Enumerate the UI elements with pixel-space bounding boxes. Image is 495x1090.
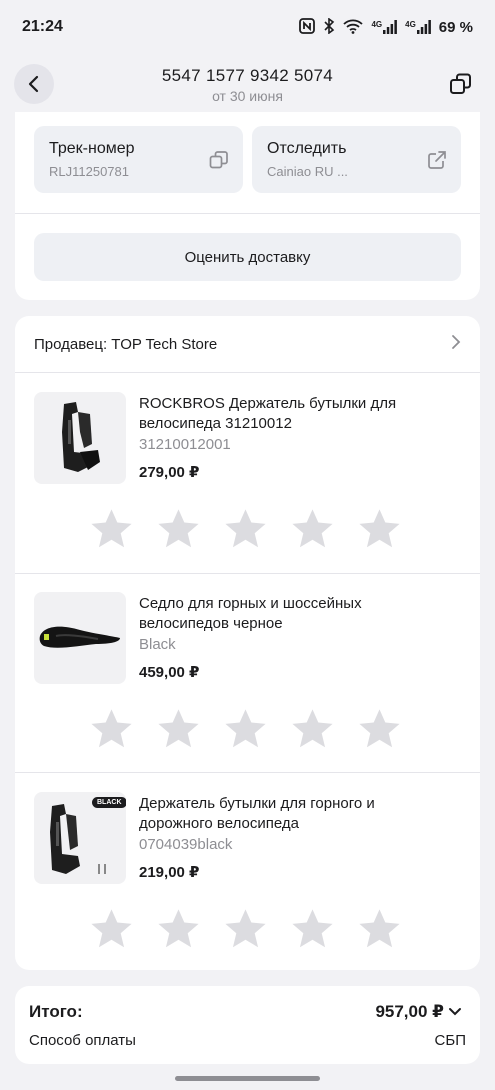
wifi-icon bbox=[343, 18, 364, 37]
bottle-holder-image[interactable] bbox=[34, 392, 126, 484]
track-carrier-value: Cainiao RU ... bbox=[267, 164, 348, 179]
star-icon[interactable] bbox=[156, 706, 201, 751]
star-icon[interactable] bbox=[223, 706, 268, 751]
order-total-card: Итого: 957,00 ₽ Способ оплаты СБП bbox=[15, 986, 480, 1064]
image-badge: BLACK bbox=[92, 797, 126, 808]
item-title[interactable]: Держатель бутылки для горного и дорожног… bbox=[139, 794, 449, 834]
star-icon[interactable] bbox=[290, 506, 335, 551]
order-date: от 30 июня bbox=[212, 88, 283, 104]
order-header: 5547 1577 9342 5074 от 30 июня bbox=[0, 54, 495, 116]
item-title[interactable]: ROCKBROS Держатель бутылки для велосипед… bbox=[139, 394, 449, 434]
status-icons: 4G 4G 69 % bbox=[299, 16, 473, 37]
payment-method-label: Способ оплаты bbox=[29, 1032, 136, 1049]
network-type-1: 4G bbox=[371, 20, 383, 29]
seller-row[interactable]: Продавец: TOP Tech Store bbox=[15, 316, 480, 372]
nfc-icon bbox=[299, 17, 316, 37]
star-icon[interactable] bbox=[357, 506, 402, 551]
bluetooth-icon bbox=[323, 16, 335, 37]
battery-level: 69 % bbox=[438, 18, 473, 36]
rating-stars bbox=[89, 506, 402, 551]
track-follow-label: Отследить bbox=[267, 140, 347, 157]
star-icon[interactable] bbox=[223, 506, 268, 551]
track-number-value: RLJ11250781 bbox=[49, 164, 129, 179]
star-icon[interactable] bbox=[290, 706, 335, 751]
payment-method-value: СБП bbox=[434, 1032, 466, 1049]
divider bbox=[15, 372, 480, 373]
delivery-card: Трек-номер RLJ11250781 Отследить Cainiao… bbox=[15, 112, 480, 300]
status-time: 21:24 bbox=[22, 18, 63, 35]
track-number-box[interactable]: Трек-номер RLJ11250781 bbox=[34, 126, 243, 193]
rate-delivery-button[interactable]: Оценить доставку bbox=[34, 233, 461, 281]
divider bbox=[15, 772, 480, 773]
divider bbox=[15, 213, 480, 214]
rating-stars bbox=[89, 906, 402, 951]
star-icon[interactable] bbox=[290, 906, 335, 951]
signal-2-icon: 4G bbox=[405, 20, 431, 34]
order-number: 5547 1577 9342 5074 bbox=[161, 66, 334, 85]
bottle-holder-image[interactable]: BLACK bbox=[34, 792, 126, 884]
total-value: 957,00 ₽ bbox=[375, 1002, 444, 1021]
order-item: BLACK Держатель бутылки для горного и до… bbox=[15, 774, 480, 974]
status-bar: 21:24 4G 4G 69 % bbox=[0, 0, 495, 54]
star-icon[interactable] bbox=[89, 706, 134, 751]
saddle-image[interactable] bbox=[34, 592, 126, 684]
track-follow-box[interactable]: Отследить Cainiao RU ... bbox=[252, 126, 461, 193]
item-price: 459,00 ₽ bbox=[139, 664, 200, 681]
signal-1-icon: 4G bbox=[371, 20, 398, 34]
external-link-icon bbox=[428, 151, 446, 169]
order-item: Седло для горных и шоссейных велосипедов… bbox=[15, 574, 480, 774]
item-price: 279,00 ₽ bbox=[139, 464, 200, 481]
network-type-2: 4G bbox=[405, 20, 416, 29]
star-icon[interactable] bbox=[156, 506, 201, 551]
item-variant: 31210012001 bbox=[139, 436, 231, 453]
order-items-card: Продавец: TOP Tech Store ROCKBROS Держат… bbox=[15, 316, 480, 970]
copy-icon bbox=[209, 151, 228, 169]
chevron-right-icon bbox=[451, 334, 461, 355]
item-variant: Black bbox=[139, 636, 176, 653]
item-title[interactable]: Седло для горных и шоссейных велосипедов… bbox=[139, 594, 449, 634]
star-icon[interactable] bbox=[357, 706, 402, 751]
chevron-down-icon bbox=[449, 1008, 461, 1016]
home-indicator[interactable] bbox=[175, 1076, 320, 1081]
copy-icon bbox=[450, 73, 471, 94]
total-label: Итого: bbox=[29, 1002, 83, 1021]
star-icon[interactable] bbox=[89, 506, 134, 551]
rating-stars bbox=[89, 706, 402, 751]
track-number-label: Трек-номер bbox=[49, 140, 135, 157]
order-item: ROCKBROS Держатель бутылки для велосипед… bbox=[15, 374, 480, 574]
star-icon[interactable] bbox=[89, 906, 134, 951]
seller-name: Продавец: TOP Tech Store bbox=[34, 335, 218, 353]
item-price: 219,00 ₽ bbox=[139, 864, 200, 881]
star-icon[interactable] bbox=[357, 906, 402, 951]
item-variant: 0704039black bbox=[139, 836, 233, 853]
copy-order-button[interactable] bbox=[441, 64, 481, 104]
star-icon[interactable] bbox=[223, 906, 268, 951]
total-value-toggle[interactable]: 957,00 ₽ bbox=[375, 1002, 462, 1022]
star-icon[interactable] bbox=[156, 906, 201, 951]
